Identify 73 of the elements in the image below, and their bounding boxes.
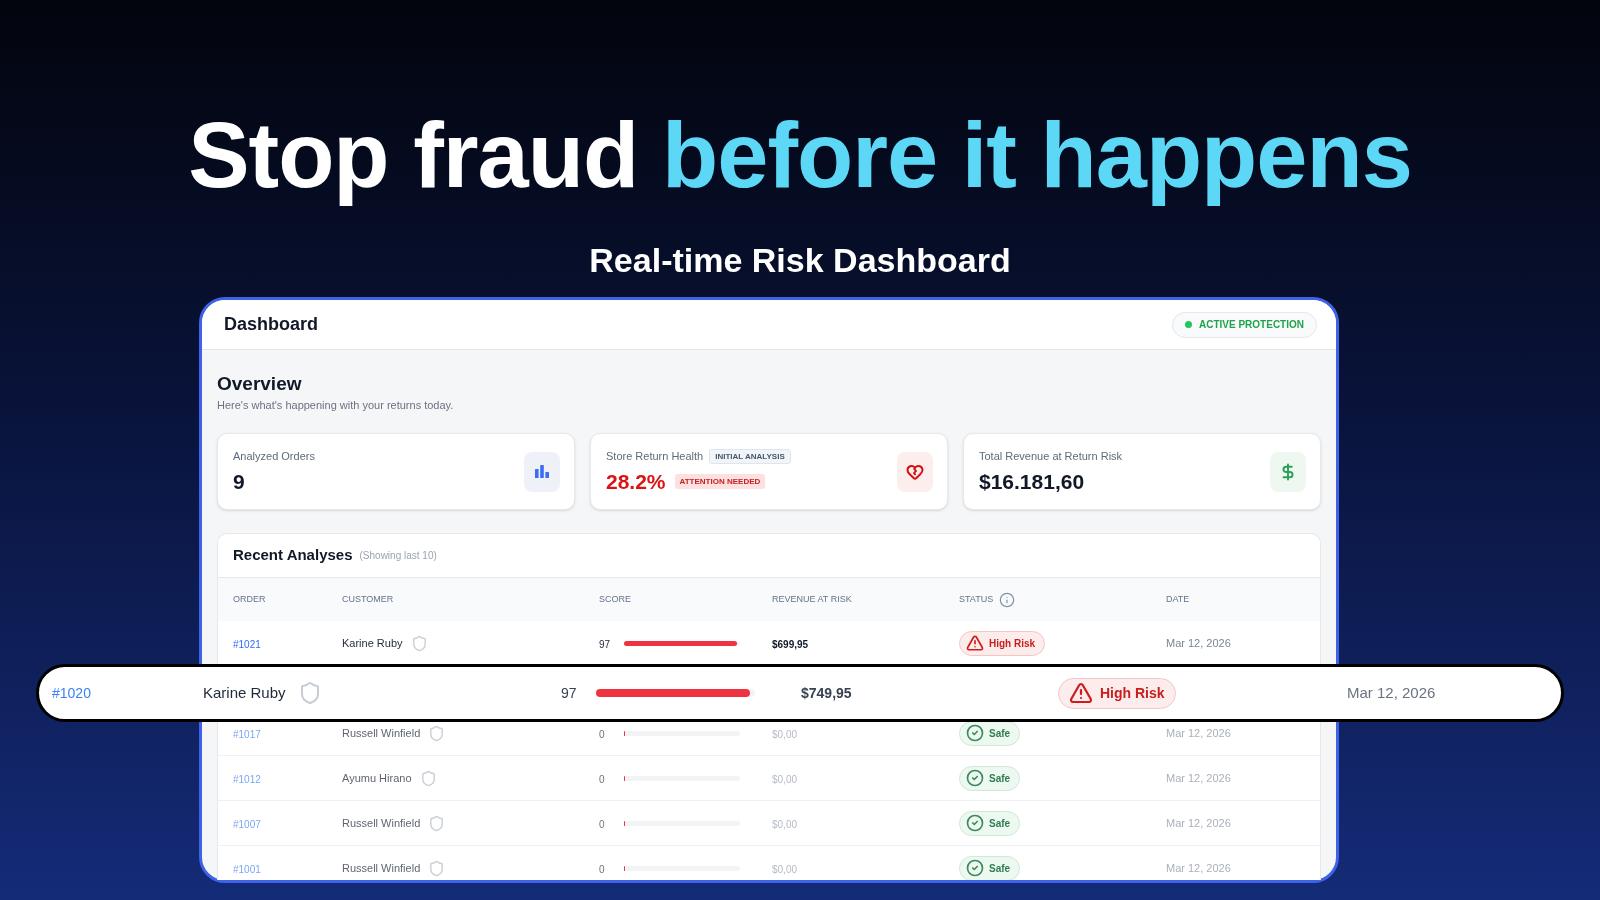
date-text: Mar 12, 2026 — [1166, 635, 1231, 651]
column-header: CUSTOMER — [342, 592, 394, 606]
shield-icon — [428, 724, 446, 742]
column-header: ORDER — [233, 592, 266, 606]
status-label: Safe — [989, 861, 1012, 876]
revenue-amount: $0,00 — [772, 774, 798, 785]
status-label: Safe — [989, 771, 1012, 786]
stat-label: Total Revenue at Return Risk — [979, 449, 1123, 465]
attention-alert-tag: ATTENTION NEEDED — [674, 474, 766, 489]
column-header: REVENUE AT RISK — [772, 592, 852, 606]
column-header: DATE — [1166, 592, 1190, 606]
revenue-amount: $749,95 — [801, 685, 852, 701]
shield-icon — [419, 769, 437, 787]
shield-icon — [410, 634, 428, 652]
headline-text: Stop fraud — [188, 103, 639, 208]
shield-icon — [428, 859, 446, 877]
order-link[interactable]: #1021 — [233, 639, 261, 650]
date-text: Mar 12, 2026 — [1166, 725, 1231, 741]
order-link[interactable]: #1012 — [233, 774, 261, 785]
info-icon[interactable] — [999, 591, 1016, 608]
stat-label: Analyzed Orders — [233, 449, 315, 465]
section-title: Overview — [217, 372, 302, 396]
score-value: 97 — [561, 685, 577, 701]
protection-label: ACTIVE PROTECTION — [1199, 318, 1304, 332]
stat-value: 9 — [233, 468, 245, 495]
customer-name: Ayumu Hirano — [342, 770, 412, 786]
status-label: High Risk — [1100, 683, 1165, 703]
page-title: Dashboard — [224, 313, 319, 336]
score-value: 0 — [599, 819, 605, 830]
score-value: 97 — [599, 639, 611, 650]
warning-icon — [966, 634, 984, 652]
check-circle-icon — [966, 814, 984, 832]
section-subtitle: Here's what's happening with your returns today. — [217, 398, 454, 412]
date-text: Mar 12, 2026 — [1166, 815, 1231, 831]
revenue-amount: $699,95 — [772, 639, 809, 650]
column-header: SCORE — [599, 592, 631, 606]
customer-name: Russell Winfield — [342, 860, 421, 876]
bar-chart-icon — [524, 451, 560, 492]
score-value: 0 — [599, 864, 605, 875]
stat-label: Store Return Health — [606, 449, 704, 465]
order-link[interactable]: #1001 — [233, 864, 261, 875]
stat-value: 28.2% — [606, 468, 666, 495]
revenue-amount: $0,00 — [772, 864, 798, 875]
card-note: (Showing last 10) — [359, 549, 437, 563]
order-link[interactable]: #1020 — [52, 685, 91, 701]
analysis-stage-tag: INITIAL ANALYSIS — [709, 449, 791, 464]
status-label: Safe — [989, 726, 1012, 741]
shield-icon — [428, 814, 446, 832]
customer-name: Russell Winfield — [342, 725, 421, 741]
check-circle-icon — [966, 859, 984, 877]
subtitle: Real-time Risk Dashboard — [589, 240, 1011, 281]
headline-highlight: before it happens — [662, 103, 1412, 208]
warning-icon — [1069, 681, 1093, 705]
revenue-amount: $0,00 — [772, 729, 798, 740]
date-text: Mar 12, 2026 — [1347, 682, 1436, 703]
score-value: 0 — [599, 774, 605, 785]
check-circle-icon — [966, 724, 984, 742]
status-label: Safe — [989, 816, 1012, 831]
card-title: Recent Analyses — [233, 545, 353, 566]
order-link[interactable]: #1007 — [233, 819, 261, 830]
status-label: High Risk — [989, 636, 1037, 651]
date-text: Mar 12, 2026 — [1166, 860, 1231, 876]
check-circle-icon — [966, 769, 984, 787]
date-text: Mar 12, 2026 — [1166, 770, 1231, 786]
customer-name: Karine Ruby — [342, 635, 403, 651]
customer-name: Russell Winfield — [342, 815, 421, 831]
order-link[interactable]: #1017 — [233, 729, 261, 740]
revenue-amount: $0,00 — [772, 819, 798, 830]
score-value: 0 — [599, 729, 605, 740]
column-header: STATUS — [959, 592, 994, 606]
customer-name: Karine Ruby — [203, 682, 286, 703]
dollar-icon — [1270, 451, 1306, 492]
stat-value: $16.181,60 — [979, 468, 1085, 495]
